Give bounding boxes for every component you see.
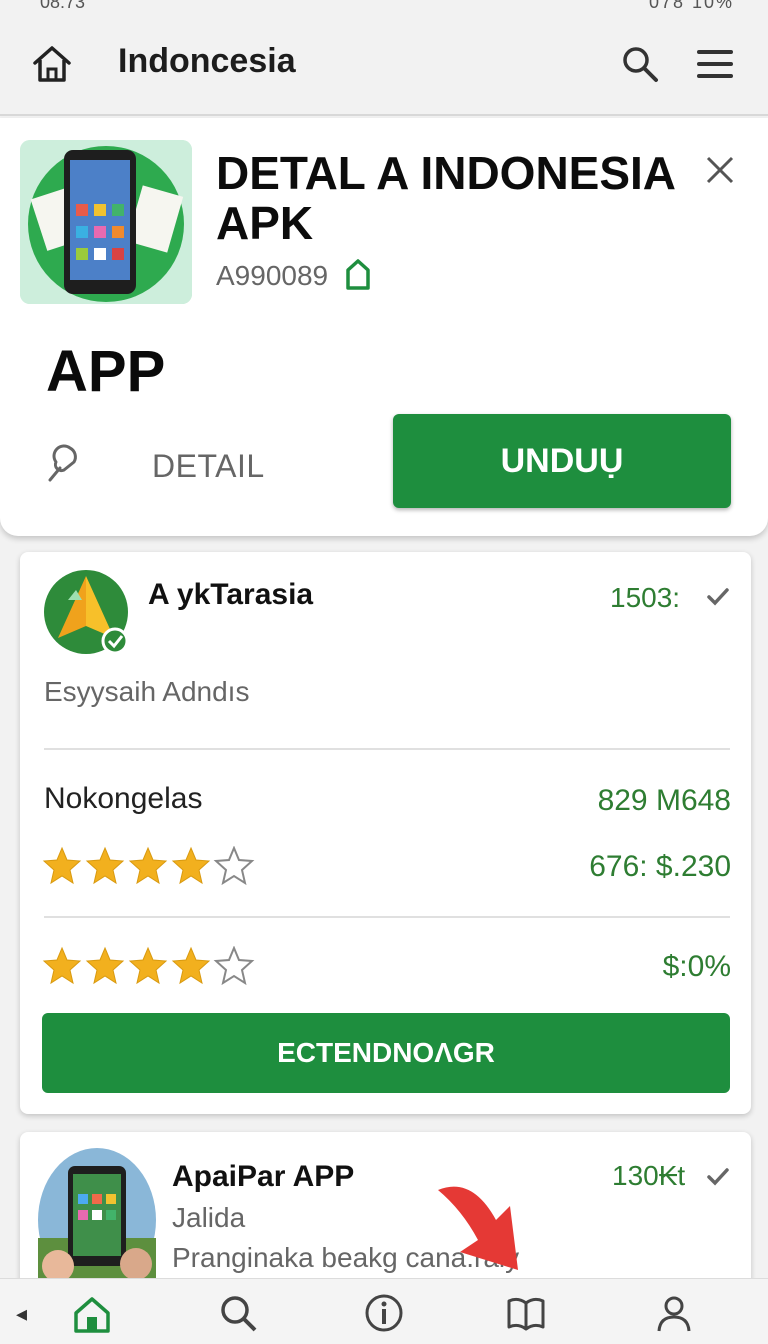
- divider: [44, 748, 730, 750]
- value-percent: $:0%: [662, 950, 731, 983]
- info-icon[interactable]: [364, 1293, 404, 1333]
- book-icon[interactable]: [506, 1293, 546, 1333]
- status-indicators: 078 10%: [648, 0, 734, 12]
- app-listing-card-2[interactable]: ApaiPar APP Jalida Pranginaka beakg cana…: [20, 1132, 751, 1302]
- card2-subtitle: Jalida: [172, 1202, 246, 1233]
- app-thumbnail: [38, 1148, 156, 1288]
- star-filled-icon: [128, 946, 168, 985]
- star-filled-icon: [85, 946, 125, 985]
- arrow-pointer-icon: [438, 1186, 518, 1270]
- app-detail-card: DETAL A INDONESIA APK A990089 APP DETAIL…: [0, 118, 768, 536]
- card-title: A ykTarasia: [148, 578, 314, 611]
- app-listing-card: A ykTarasia 1503: Esyysaih Adndıs Nokong…: [20, 552, 751, 1114]
- row-label: Nokongelas: [44, 782, 203, 815]
- value-size: 829 M648: [597, 784, 731, 817]
- star-rating: [42, 945, 256, 986]
- star-filled-icon: [171, 946, 211, 985]
- extend-button[interactable]: ECTENDNOΛGR: [42, 1013, 730, 1093]
- star-filled-icon: [128, 846, 168, 885]
- app-avatar-icon: [44, 570, 129, 655]
- home-icon[interactable]: [30, 42, 74, 86]
- check-icon: [707, 1168, 729, 1186]
- card2-title: ApaiPar APP: [172, 1160, 355, 1193]
- search-icon[interactable]: [620, 44, 660, 84]
- star-empty-icon: [213, 945, 255, 986]
- bottom-navigation: ◂: [0, 1278, 768, 1344]
- close-icon[interactable]: [704, 154, 736, 186]
- star-filled-icon: [42, 846, 82, 885]
- card-subtitle: Esyysaih Adndıs: [44, 676, 250, 707]
- app-code: A990089: [216, 260, 329, 291]
- app-name: DETAL A INDONESIA APK: [216, 147, 675, 249]
- check-icon: [707, 588, 729, 606]
- status-bar: 08:73 078 10%: [0, 0, 768, 14]
- card2-count: 130₭t: [612, 1160, 686, 1191]
- status-time: 08:73: [40, 0, 86, 12]
- value-price: 676: $.230: [589, 850, 731, 883]
- back-arrow-icon[interactable]: ◂: [16, 1301, 27, 1327]
- home-nav-icon[interactable]: [72, 1293, 112, 1333]
- star-empty-icon: [213, 845, 255, 886]
- user-icon[interactable]: [654, 1293, 694, 1333]
- search-nav-icon[interactable]: [218, 1293, 258, 1333]
- app-bar: Indoncesia: [0, 14, 768, 116]
- star-rating: [42, 845, 256, 886]
- house-outline-icon: [346, 259, 370, 290]
- divider: [44, 916, 730, 918]
- link-icon[interactable]: [40, 440, 86, 486]
- app-icon: [20, 140, 192, 304]
- hamburger-icon[interactable]: [694, 44, 736, 84]
- star-filled-icon: [42, 946, 82, 985]
- app-type-label: APP: [46, 339, 166, 404]
- download-button[interactable]: UNDUỤ: [393, 414, 731, 508]
- page-title: Indoncesia: [118, 42, 296, 80]
- star-filled-icon: [171, 846, 211, 885]
- star-filled-icon: [85, 846, 125, 885]
- detail-link[interactable]: DETAIL: [152, 448, 265, 485]
- card-count: 1503:: [610, 582, 681, 613]
